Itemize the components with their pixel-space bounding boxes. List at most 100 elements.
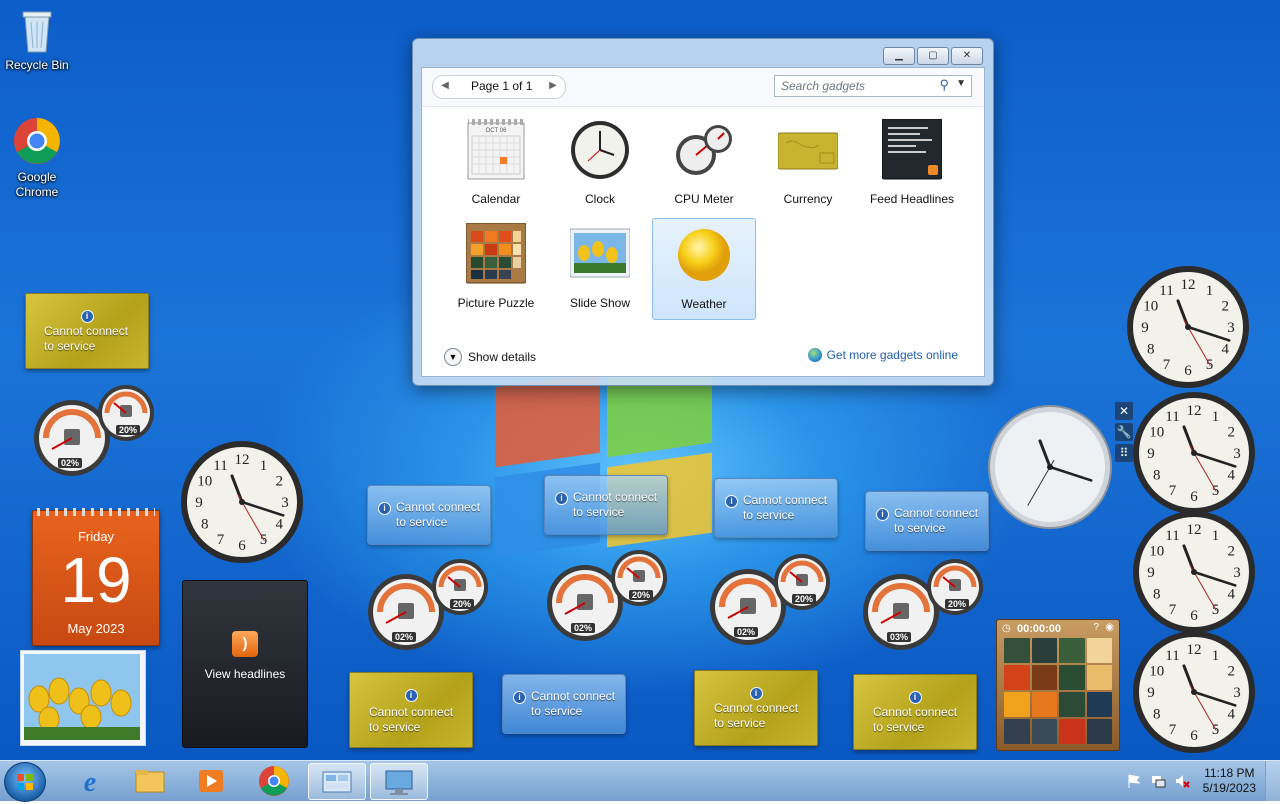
clock-numeral: 1 <box>1212 409 1220 425</box>
puzzle-grid[interactable] <box>1004 638 1112 744</box>
action-center-flag-icon[interactable] <box>1126 773 1142 789</box>
weather-gadget-icon <box>678 229 730 281</box>
gadget-currency[interactable]: Currency <box>757 114 859 214</box>
taskbar-chrome[interactable] <box>246 763 302 798</box>
taskbar: e 11:18 PM 5/19/2023 <box>0 760 1280 802</box>
currency-gadget[interactable]: i Cannot connect to service <box>349 672 473 748</box>
slide-show-gadget[interactable] <box>20 650 146 746</box>
wrench-icon[interactable]: 🔧 <box>1115 423 1133 441</box>
taskbar-gadgets[interactable] <box>308 763 366 800</box>
search-input[interactable]: Search gadgets <box>781 79 865 93</box>
chrome-icon <box>259 766 289 796</box>
gadgets-icon <box>322 771 352 793</box>
picture-icon[interactable]: ◉ <box>1105 622 1114 633</box>
clock-numeral: 3 <box>281 495 289 511</box>
gadget-weather[interactable]: Weather <box>652 218 756 320</box>
clock-numeral: 11 <box>1165 648 1179 664</box>
clock-numeral: 10 <box>197 474 212 490</box>
view-headlines-link[interactable]: View headlines <box>183 667 307 681</box>
chevron-down-icon[interactable]: ▼ <box>444 348 462 366</box>
clock-numeral: 8 <box>201 517 209 533</box>
network-icon[interactable] <box>1150 773 1166 789</box>
weather-gadget[interactable]: i Cannot connect to service <box>367 485 491 545</box>
show-desktop-button[interactable] <box>1265 761 1280 801</box>
currency-gadget[interactable]: i Cannot connect to service <box>25 293 149 369</box>
clock-date: 5/19/2023 <box>1202 781 1256 795</box>
gadget-calendar[interactable]: OCT 06 Calendar <box>445 114 547 214</box>
calendar-month-year: May 2023 <box>67 621 125 636</box>
show-details-toggle[interactable]: ▼ Show details <box>444 348 536 366</box>
search-gadgets-box[interactable]: Search gadgets ⚲ ▼ <box>774 75 972 97</box>
cpu-meter-gadget[interactable]: 02% 20% <box>32 383 156 479</box>
help-icon[interactable]: ? <box>1093 622 1099 633</box>
taskbar-internet-explorer[interactable]: e <box>62 763 118 798</box>
clock-gadget[interactable]: 121234567891011 <box>1132 510 1256 634</box>
weather-gadget[interactable]: i Cannot connect to service <box>502 674 626 734</box>
clock-numeral: 4 <box>1227 587 1235 603</box>
minimize-button[interactable]: ▁ <box>883 47 915 65</box>
gadgets-panel: ◀ Page 1 of 1 ▶ Search gadgets ⚲ ▼ OCT 0… <box>421 67 985 377</box>
clock-small-icon: ◷ <box>1002 623 1011 634</box>
gadget-label: Feed Headlines <box>869 192 955 206</box>
maximize-button[interactable]: ▢ <box>917 47 949 65</box>
weather-gadget[interactable]: i Cannot connect to service <box>714 478 838 538</box>
internet-explorer-icon: e <box>84 767 96 798</box>
picture-puzzle-gadget[interactable]: ◷ 00:00:00 ? ◉ <box>996 619 1120 751</box>
clock-numeral: 8 <box>1153 707 1161 723</box>
cpu-meter-gadget[interactable]: 02% 20% <box>545 548 669 644</box>
weather-gadget[interactable]: i Cannot connect to service <box>544 475 668 535</box>
memory-usage-value: 20% <box>629 590 654 600</box>
gadget-picture-puzzle[interactable]: Picture Puzzle <box>445 218 547 318</box>
clock-gadget[interactable]: 121234567891011 <box>180 440 304 564</box>
clock-numeral: 4 <box>1227 707 1235 723</box>
taskbar-media-player[interactable] <box>183 763 239 798</box>
gadget-label: Calendar <box>471 192 521 206</box>
clock-numeral: 9 <box>1141 320 1149 336</box>
taskbar-clock[interactable]: 11:18 PM 5/19/2023 <box>1203 766 1256 796</box>
clock-time: 11:18 PM <box>1204 766 1255 780</box>
gadget-clock[interactable]: Clock <box>549 114 651 214</box>
clock-numeral: 6 <box>1190 608 1198 624</box>
cpu-usage-value: 02% <box>734 627 759 637</box>
close-icon[interactable]: ✕ <box>1115 402 1133 420</box>
clock-numeral: 2 <box>1227 544 1235 560</box>
gadget-label: Currency <box>783 192 833 206</box>
cpu-meter-gadget[interactable]: 03% 20% <box>861 557 985 653</box>
pager-text: Page 1 of 1 <box>471 79 533 93</box>
gadget-cpu-meter[interactable]: CPU Meter <box>653 114 755 214</box>
gadget-label: Picture Puzzle <box>457 296 535 310</box>
recycle-bin-shortcut[interactable]: Recycle Bin <box>0 8 74 73</box>
start-button[interactable] <box>4 762 46 802</box>
next-page-icon[interactable]: ▶ <box>545 78 561 94</box>
clock-numeral: 12 <box>1187 642 1202 658</box>
close-button[interactable]: ✕ <box>951 47 983 65</box>
prev-page-icon[interactable]: ◀ <box>437 78 453 94</box>
cpu-meter-gadget[interactable]: 02% 20% <box>708 552 832 648</box>
get-more-gadgets-link[interactable]: Get more gadgets online <box>807 348 958 362</box>
feed-headlines-gadget-icon <box>882 119 942 180</box>
currency-gadget[interactable]: i Cannot connect to service <box>853 674 977 750</box>
cpu-meter-gadget[interactable]: 02% 20% <box>366 557 490 653</box>
google-chrome-shortcut[interactable]: Google Chrome <box>0 116 74 200</box>
gadget-slide-show[interactable]: Slide Show <box>549 218 651 318</box>
clock-gadget[interactable]: 121234567891011 <box>1132 391 1256 515</box>
clock-gadget[interactable]: 121234567891011 <box>1126 265 1250 389</box>
taskbar-desktop-app[interactable] <box>370 763 428 800</box>
gadget-feed-headlines[interactable]: Feed Headlines <box>861 114 963 214</box>
weather-gadget[interactable]: i Cannot connect to service <box>865 491 989 551</box>
feed-headlines-gadget[interactable]: ) View headlines <box>182 580 308 748</box>
clock-numeral: 1 <box>1206 283 1214 299</box>
currency-gadget[interactable]: i Cannot connect to service <box>694 670 818 746</box>
info-icon: i <box>555 492 568 505</box>
calendar-icon-month: OCT 06 <box>486 128 508 134</box>
chevron-down-icon[interactable]: ▼ <box>956 78 966 89</box>
clock-numeral: 4 <box>1221 342 1229 358</box>
taskbar-file-explorer[interactable] <box>122 763 178 798</box>
drag-handle-icon[interactable]: ⠿ <box>1115 444 1133 462</box>
clock-gadget[interactable] <box>988 405 1112 529</box>
clock-gadget[interactable]: 121234567891011 <box>1132 630 1256 754</box>
search-icon[interactable]: ⚲ <box>939 77 949 93</box>
calendar-gadget[interactable]: Friday 19 May 2023 <box>32 508 160 646</box>
clock-numeral: 12 <box>1187 403 1202 419</box>
volume-muted-icon[interactable] <box>1174 773 1190 789</box>
